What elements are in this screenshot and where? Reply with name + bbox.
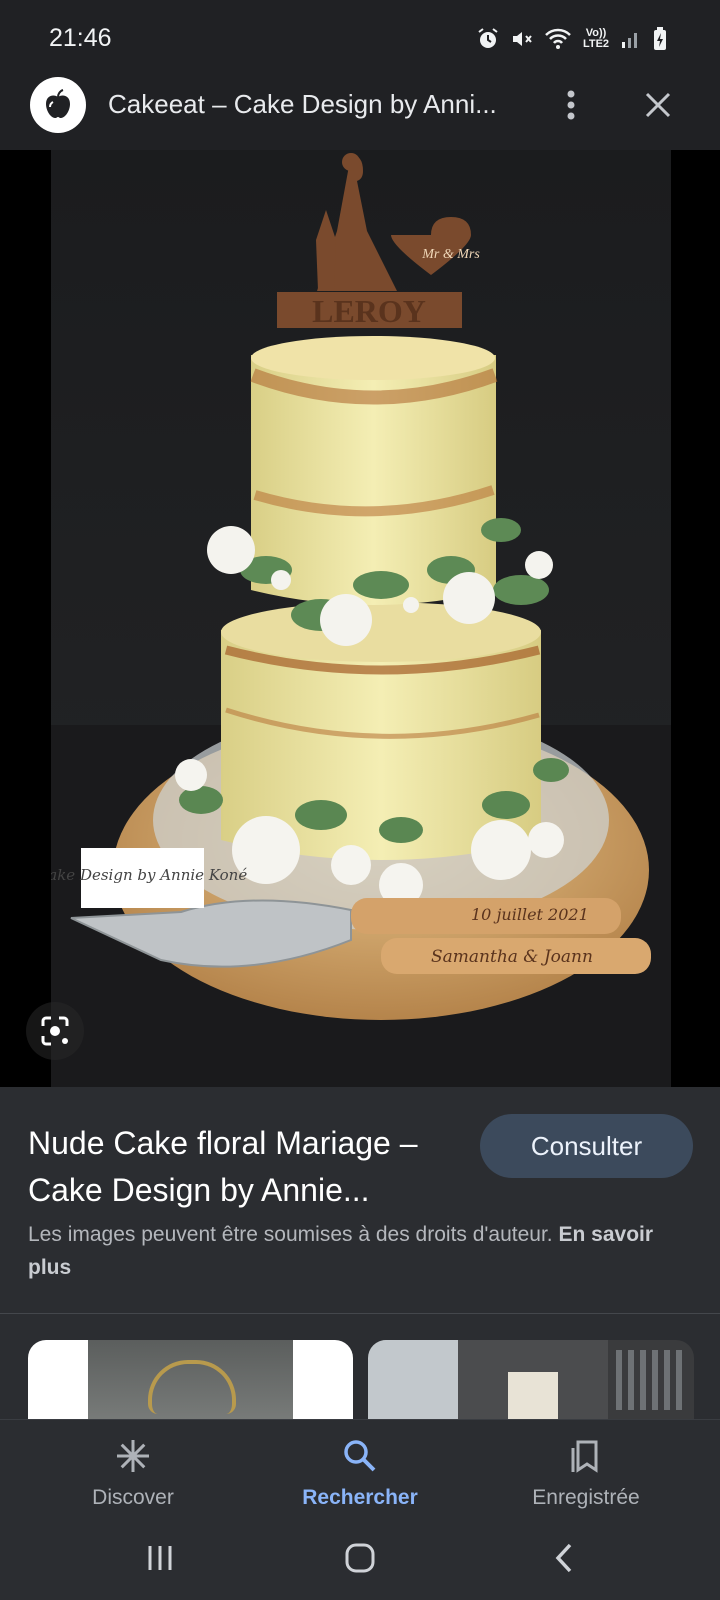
nav-discover[interactable]: Discover (33, 1436, 233, 1510)
nav-enregistree[interactable]: Enregistrée (486, 1436, 686, 1510)
wifi-icon (544, 27, 572, 51)
status-time: 21:46 (49, 24, 112, 52)
recents-icon[interactable] (130, 1538, 190, 1578)
site-title[interactable]: Cakeeat – Cake Design by Anni... (108, 89, 528, 120)
status-icons: Vo)) LTE2 (476, 26, 668, 52)
nav-label: Enregistrée (532, 1486, 640, 1509)
nav-rechercher[interactable]: Rechercher (260, 1436, 460, 1510)
network-label: Vo)) LTE2 (582, 27, 610, 50)
image-viewer[interactable]: LEROY Mr & Mrs 10 juillet 2021 Samantha … (0, 150, 720, 1087)
related-images (0, 1314, 720, 1419)
alarm-icon (476, 27, 500, 51)
nav-label: Rechercher (302, 1486, 418, 1509)
status-bar: 21:46 Vo)) LTE2 (0, 0, 720, 78)
result-title[interactable]: Nude Cake floral Mariage – Cake Design b… (28, 1120, 448, 1214)
related-image-thumb[interactable] (28, 1340, 353, 1419)
copyright-note: Les images peuvent être soumises à des d… (28, 1218, 658, 1284)
collections-icon (486, 1436, 686, 1476)
server-text-1: 10 juillet 2021 (471, 905, 589, 924)
back-icon[interactable] (534, 1538, 594, 1578)
search-icon (260, 1436, 460, 1476)
cake-image[interactable]: LEROY Mr & Mrs 10 juillet 2021 Samantha … (51, 150, 671, 1087)
app-header: Cakeeat – Cake Design by Anni... (0, 70, 720, 150)
battery-charging-icon (652, 27, 668, 51)
home-icon[interactable] (330, 1538, 390, 1578)
result-info-panel: Nude Cake floral Mariage – Cake Design b… (0, 1087, 720, 1314)
nav-label: Discover (92, 1486, 174, 1509)
server-text-2: Samantha & Joann (431, 947, 593, 967)
system-nav-bar (0, 1524, 720, 1600)
more-vert-icon[interactable] (556, 82, 586, 128)
google-lens-icon[interactable] (26, 1002, 84, 1060)
watermark-text: Cake Design by Annie Koné (51, 866, 247, 884)
signal-icon (620, 28, 642, 50)
topper-text: LEROY (312, 293, 426, 329)
apple-logo-icon[interactable] (30, 77, 86, 133)
close-icon[interactable] (638, 82, 678, 128)
heart-text: Mr & Mrs (421, 247, 480, 262)
bottom-nav: Discover Rechercher Enregistrée (0, 1419, 720, 1525)
asterisk-icon (33, 1436, 233, 1476)
consult-button[interactable]: Consulter (480, 1114, 693, 1178)
copyright-text: Les images peuvent être soumises à des d… (28, 1223, 553, 1246)
mute-icon (510, 27, 534, 51)
related-image-thumb[interactable] (368, 1340, 694, 1419)
